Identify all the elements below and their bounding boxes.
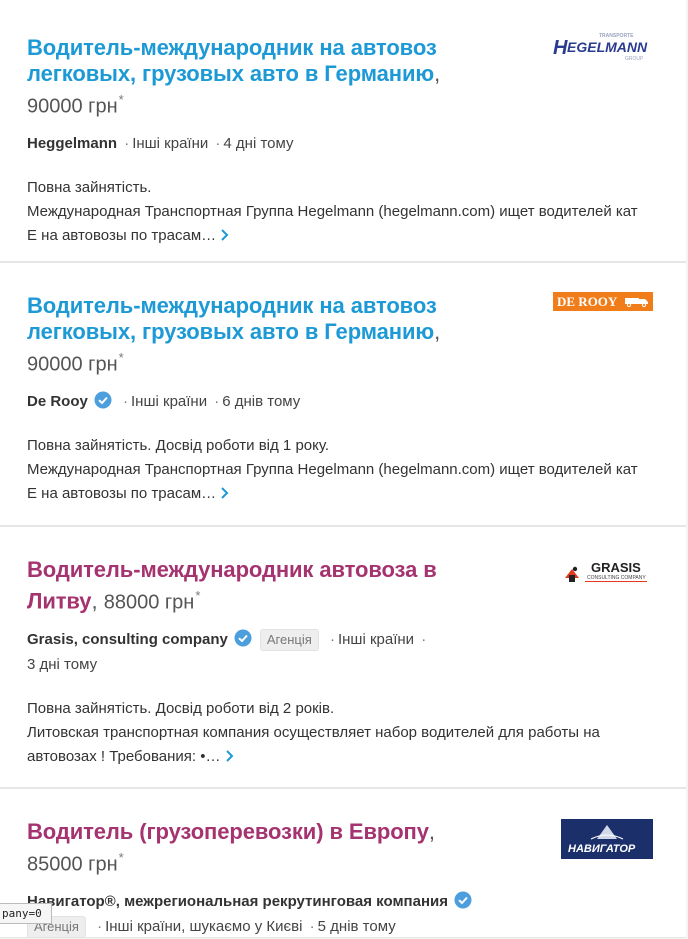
chevron-right-icon[interactable] bbox=[220, 228, 230, 242]
salary-note-mark: * bbox=[118, 350, 124, 365]
agency-tag: Агенція bbox=[259, 629, 319, 652]
company-logo[interactable]: DE ROOY bbox=[553, 292, 653, 311]
vacancy-meta: Grasis, consulting company Агенція · Інші … bbox=[27, 627, 487, 677]
vacancy-card: Водитель-международник на автовоз легков… bbox=[0, 0, 686, 262]
company-logo[interactable]: GRASIS CONSULTING COMPANY bbox=[563, 556, 653, 584]
vacancy-description: Повна зайнятість. Международная Транспор… bbox=[27, 176, 647, 248]
employment-info: Повна зайнятість. Досвід роботи від 1 ро… bbox=[27, 437, 330, 455]
salary-note-mark: * bbox=[118, 92, 124, 107]
vacancy-card: Водитель-международник на автовоз легков… bbox=[0, 262, 686, 526]
location: Інші країни bbox=[132, 135, 209, 153]
description-snippet: Литовская транспортная компания осуществ… bbox=[27, 724, 600, 766]
vacancy-heading: Водитель-международник на автовоз легков… bbox=[27, 0, 497, 119]
meta-separator: · bbox=[123, 393, 129, 411]
vacancy-meta: De Rooy · Інші країни · 6 днів тому bbox=[27, 389, 487, 414]
company-name[interactable]: Heggelmann bbox=[27, 135, 117, 152]
meta-separator: · bbox=[214, 393, 220, 411]
salary: 88000 грн bbox=[103, 591, 195, 614]
vacancy-description: Повна зайнятість. Досвід роботи від 1 ро… bbox=[27, 434, 647, 506]
vacancy-title-link[interactable]: Водитель (грузоперевозки) в Европу bbox=[27, 819, 429, 844]
description-snippet: Международная Транспортная Группа Hegelm… bbox=[27, 461, 638, 503]
vacancy-title-link[interactable]: Водитель-международник на автовоз легков… bbox=[27, 293, 437, 344]
salary: 90000 грн bbox=[27, 353, 118, 376]
vacancy-description: Повна зайнятість. Досвід роботи від 2 ро… bbox=[27, 697, 647, 769]
logo-word: НАВИГАТОР bbox=[568, 843, 636, 855]
vacancy-heading: Водитель (грузоперевозки) в Европу, 8500… bbox=[27, 789, 497, 877]
title-comma: , bbox=[91, 588, 98, 614]
chevron-right-icon[interactable] bbox=[225, 749, 235, 763]
description-snippet: Международная Транспортная Группа Hegelm… bbox=[27, 203, 638, 245]
company-logo[interactable]: TRANSPORTE H EGELMANN GROUP bbox=[553, 30, 653, 64]
salary-note-mark: * bbox=[118, 850, 124, 865]
vacancy-meta: Heggelmann · Інші країни · 4 дні тому bbox=[27, 131, 487, 156]
vacancy-meta: Навигатор®, межрегиональная рекрутингова… bbox=[27, 889, 587, 939]
posted-date: 5 днів тому bbox=[317, 918, 396, 936]
salary: 85000 грн bbox=[27, 853, 118, 876]
posted-date: 6 днів тому bbox=[222, 393, 301, 411]
logo-sub: CONSULTING COMPANY bbox=[587, 575, 646, 581]
logo-mark: H bbox=[553, 37, 568, 59]
location: Інші країни bbox=[337, 631, 415, 649]
location: Інші країни bbox=[105, 918, 182, 936]
meta-separator: · bbox=[329, 631, 335, 649]
meta-separator: · bbox=[97, 918, 103, 936]
logo-word: GRASIS bbox=[591, 560, 641, 575]
vacancy-list: Водитель-международник на автовоз легков… bbox=[0, 0, 686, 939]
company-name[interactable]: Grasis, consulting company bbox=[27, 631, 228, 648]
verified-badge-icon bbox=[234, 629, 252, 647]
vacancy-heading: Водитель-международник на автовоз легков… bbox=[27, 263, 497, 377]
vacancy-title-link[interactable]: Водитель-международник на автовоз легков… bbox=[27, 35, 437, 86]
company-name[interactable]: De Rooy bbox=[27, 393, 88, 410]
meta-separator: · bbox=[215, 135, 221, 153]
search-city: шукаємо у Києві bbox=[189, 918, 303, 936]
title-comma: , bbox=[434, 61, 441, 86]
logo-word: EGELMANN bbox=[567, 39, 648, 55]
vacancy-title-link[interactable]: Водитель-международник автовоза в Литву bbox=[27, 557, 437, 613]
location: Інші країни bbox=[131, 393, 208, 411]
logo-word: DE ROOY bbox=[557, 294, 618, 309]
verified-badge-icon bbox=[94, 391, 112, 409]
company-logo[interactable]: НАВИГАТОР bbox=[561, 819, 653, 859]
salary-note-mark: * bbox=[195, 588, 201, 603]
posted-date: 4 дні тому bbox=[223, 135, 294, 153]
salary: 90000 грн bbox=[27, 95, 118, 118]
meta-separator: · bbox=[124, 135, 130, 153]
employment-info: Повна зайнятість. Досвід роботи від 2 ро… bbox=[27, 700, 335, 718]
debug-overlay: pany=0 bbox=[0, 903, 52, 924]
title-comma: , bbox=[428, 819, 436, 844]
logo-sub: GROUP bbox=[625, 56, 644, 62]
meta-separator: · bbox=[421, 631, 427, 649]
title-comma: , bbox=[434, 319, 441, 344]
vacancy-card: Водитель (грузоперевозки) в Европу, 8500… bbox=[0, 788, 686, 939]
employment-info: Повна зайнятість. bbox=[27, 179, 152, 197]
chevron-right-icon[interactable] bbox=[220, 486, 230, 500]
location-comma: , bbox=[181, 918, 186, 936]
posted-date: 3 дні тому bbox=[27, 656, 98, 674]
company-name[interactable]: Навигатор®, межрегиональная рекрутингова… bbox=[27, 893, 448, 910]
vacancy-card: Водитель-международник автовоза в Литву,… bbox=[0, 526, 686, 788]
meta-separator: · bbox=[309, 918, 315, 936]
verified-badge-icon bbox=[454, 891, 472, 909]
vacancy-heading: Водитель-международник автовоза в Литву,… bbox=[27, 527, 497, 615]
